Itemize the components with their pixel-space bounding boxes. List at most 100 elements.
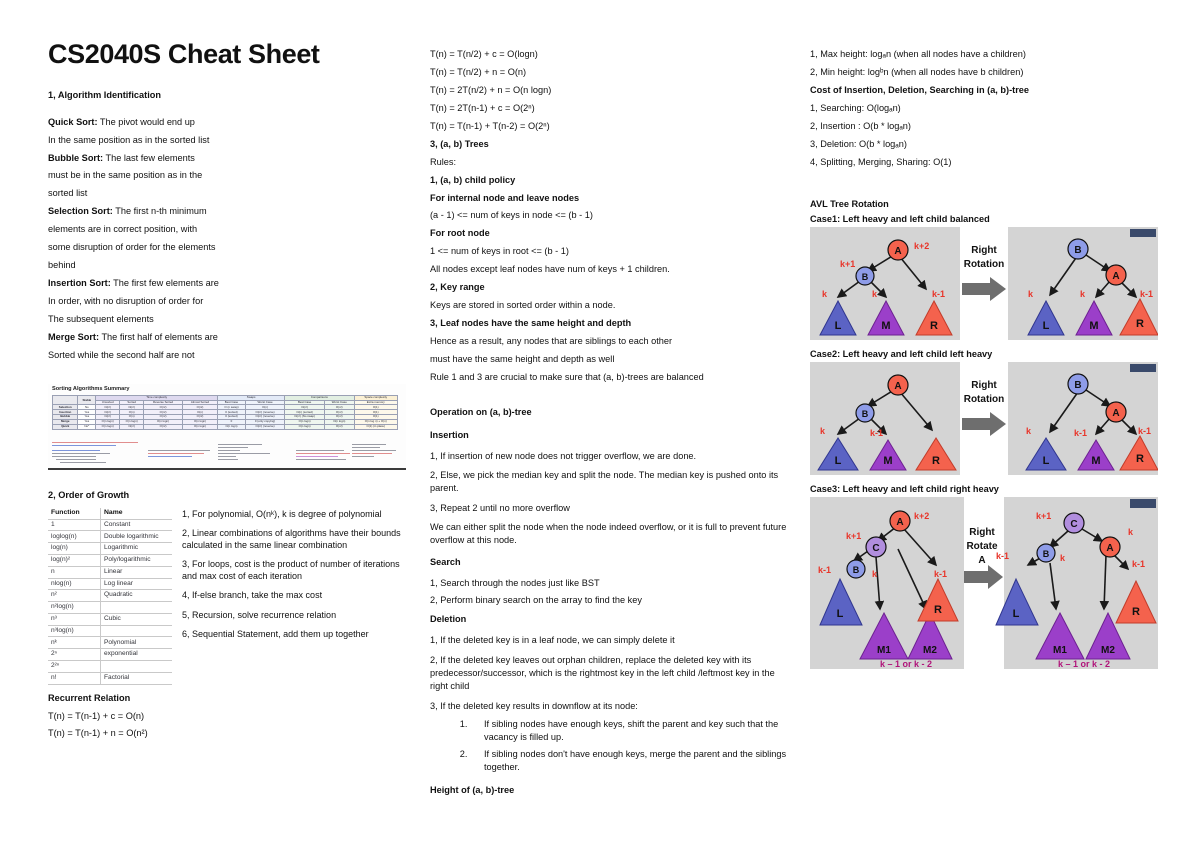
height-label: k+2 (914, 511, 929, 521)
cell-name: Polynomial (100, 636, 172, 650)
growth-note: 2, Linear combinations of algorithms hav… (182, 527, 401, 550)
rule-line: Hence as a result, any nodes that are si… (430, 336, 673, 346)
node-label: A (896, 517, 903, 528)
algo-cont: The subsequent elements (48, 313, 154, 324)
recurrence-item: T(n) = 2T(n-1) + c = O(2ⁿ) (430, 102, 535, 113)
height-label: k-1 (1132, 559, 1145, 569)
cheat-sheet-page: CS2040S Cheat Sheet 1, Algorithm Identif… (0, 0, 1200, 849)
node-label: B (862, 409, 869, 419)
node-label: C (1070, 519, 1077, 530)
insertion-heading: Insertion (430, 429, 469, 440)
cell: O(n logn) (284, 423, 326, 430)
search-heading: Search (430, 556, 461, 567)
deletion-subitem: If sibling nodes have enough keys, shift… (470, 718, 792, 745)
table-row: n² Quadratic (48, 589, 172, 603)
height-label: k+1 (846, 531, 861, 541)
cell-name (100, 660, 172, 673)
rotation-label: Right (971, 380, 997, 391)
middle-column: T(n) = T(n/2) + c = O(logn) T(n) = T(n/2… (430, 0, 792, 800)
rotation-label: Right (969, 527, 995, 538)
triangle-label: R (934, 604, 942, 616)
sorting-algorithms-summary-image: Sorting Algorithms Summary Stable Time c… (48, 383, 406, 470)
rule3-heading: 3, Leaf nodes have the same height and d… (430, 318, 632, 329)
insertion-note: We can either split the node when the no… (430, 522, 787, 546)
cell-name: exponential (100, 648, 172, 662)
avl-case3-label: Case3: Left heavy and left child right h… (810, 483, 999, 494)
algo-text: The pivot would end up (97, 116, 195, 127)
table-row: n! Factorial (48, 672, 172, 685)
triangle-label: R (1136, 453, 1144, 465)
cell-function: nᵏ (48, 636, 101, 650)
search-item: 2, Perform binary search on the array to… (430, 595, 642, 606)
deletion-subitem: If sibling nodes don't have enough keys,… (470, 748, 792, 775)
triangle-label: L (1043, 455, 1050, 467)
height-item: 1, Max height: logₐn (when all nodes hav… (810, 49, 1026, 59)
avl-case3-diagram: L M1 M2 R A C B k+2 k+1 k-1 k k-1 k – 1 … (810, 496, 1158, 669)
rotation-label: Rotation (964, 394, 1005, 405)
growth-note: 3, For loops, cost is the product of num… (182, 559, 400, 582)
triangle-label: R (1136, 318, 1144, 330)
triangle-label: M1 (877, 645, 891, 656)
cost-item: 3, Deletion: O(b * logₐn) (810, 138, 907, 149)
height-label: k-1 (818, 565, 831, 575)
height-label: k+1 (840, 259, 855, 269)
cell: O(n²) (324, 423, 355, 430)
cell-function: n (48, 566, 101, 579)
deletion-sublist: If sibling nodes have enough keys, shift… (430, 718, 792, 774)
node-label: A (894, 381, 901, 392)
algo-name: Selection Sort: (48, 206, 113, 217)
node-label: B (853, 565, 860, 575)
height-label: k+1 (1036, 511, 1051, 521)
table-row: n³ Cubic (48, 613, 172, 626)
sorting-table-caption: Sorting Algorithms Summary (52, 385, 130, 392)
cell: O(n²) (143, 423, 183, 430)
deletion-item: 2, If the deleted key leaves out orphan … (430, 654, 775, 692)
table-row: 2²ⁿ (48, 660, 172, 673)
cell-function: log(n) (48, 542, 101, 556)
table-row: nlog(n) Log linear (48, 578, 172, 591)
rule-line: For internal node and leave nodes (430, 192, 580, 203)
rule-line: 1 <= num of keys in root <= (b - 1) (430, 246, 569, 257)
cell-function: n²log(n) (48, 601, 101, 614)
cell: O(1) (in place) (353, 423, 398, 430)
node-label: B (1043, 549, 1050, 559)
right-column: 1, Max height: logₐn (when all nodes hav… (810, 0, 1160, 669)
triangle-label: M (1089, 320, 1098, 332)
rule-line: Keys are stored in sorted order within a… (430, 300, 616, 311)
cell: O(n logn) (181, 423, 219, 430)
sorting-table-footnotes (52, 441, 400, 464)
triangle-label: M1 (1053, 645, 1067, 656)
rotation-label: Rotation (964, 259, 1005, 270)
algo-name: Merge Sort: (48, 331, 100, 342)
table-row: n³log(n) (48, 625, 172, 638)
triangle-label: M (883, 455, 892, 467)
algo-name: Bubble Sort: (48, 152, 104, 163)
node-label: A (1112, 271, 1119, 282)
section-heading-ab-trees: 3, (a, b) Trees (430, 138, 489, 149)
bottom-height-label: k – 1 or k - 2 (880, 659, 932, 669)
growth-note: 5, Recursion, solve recurrence relation (182, 609, 337, 620)
cell-function: n³ (48, 613, 101, 626)
col-name: Name (100, 507, 172, 520)
cell-name: Cubic (100, 613, 172, 626)
cost-item: 2, Insertion : O(b * logₐn) (810, 120, 911, 131)
avl-case1-diagram: L M R A B k+2 k+1 k k k-1 Right Rotation (810, 226, 1158, 340)
triangle-label: R (930, 320, 938, 332)
rule-line: must have the same height and depth as w… (430, 353, 615, 364)
table-row: log(n)² Poly/logarithmic (48, 554, 172, 567)
section-heading-algorithm-identification: 1, Algorithm Identification (48, 89, 161, 100)
algorithm-identification-list: Quick Sort: The pivot would end up In th… (48, 114, 408, 365)
cell-function: 1 (48, 519, 101, 532)
recurrence-item: T(n) = T(n-1) + T(n-2) = O(2ⁿ) (430, 120, 550, 131)
avl-case1-label: Case1: Left heavy and left child balance… (810, 213, 990, 224)
triangle-label: R (1132, 606, 1140, 618)
algo-cont: In order, with no disruption of order fo… (48, 296, 204, 306)
cell-name: Linear (100, 566, 172, 579)
cell-name: Log linear (100, 578, 172, 591)
rule-line: For root node (430, 228, 490, 239)
algo-text: The first half of elements are (99, 331, 218, 342)
cell-name (100, 625, 172, 638)
algo-cont: some disruption of order for the element… (48, 242, 216, 253)
cost-item: 4, Splitting, Merging, Sharing: O(1) (810, 156, 952, 167)
recurrence-item: T(n) = T(n/2) + n = O(n) (430, 66, 527, 77)
